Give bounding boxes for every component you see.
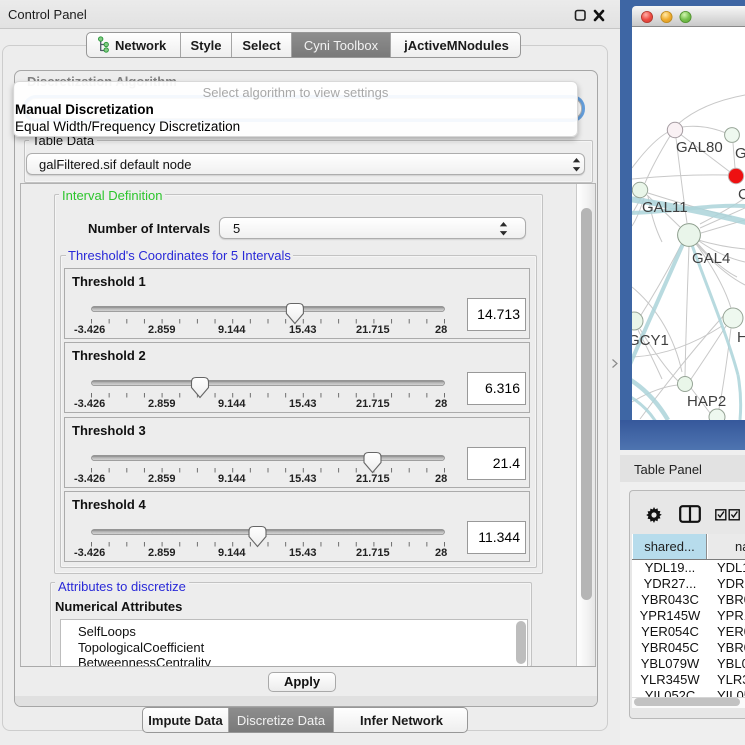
svg-text:C: C <box>738 186 745 203</box>
svg-text:GCY1: GCY1 <box>632 332 669 349</box>
svg-text:HAP2: HAP2 <box>687 393 726 410</box>
svg-text:H: H <box>737 329 745 346</box>
svg-text:GAL4: GAL4 <box>692 250 730 267</box>
svg-text:GAL11: GAL11 <box>642 199 688 216</box>
svg-text:GAL80: GAL80 <box>676 139 723 156</box>
svg-text:GA: GA <box>735 145 745 162</box>
